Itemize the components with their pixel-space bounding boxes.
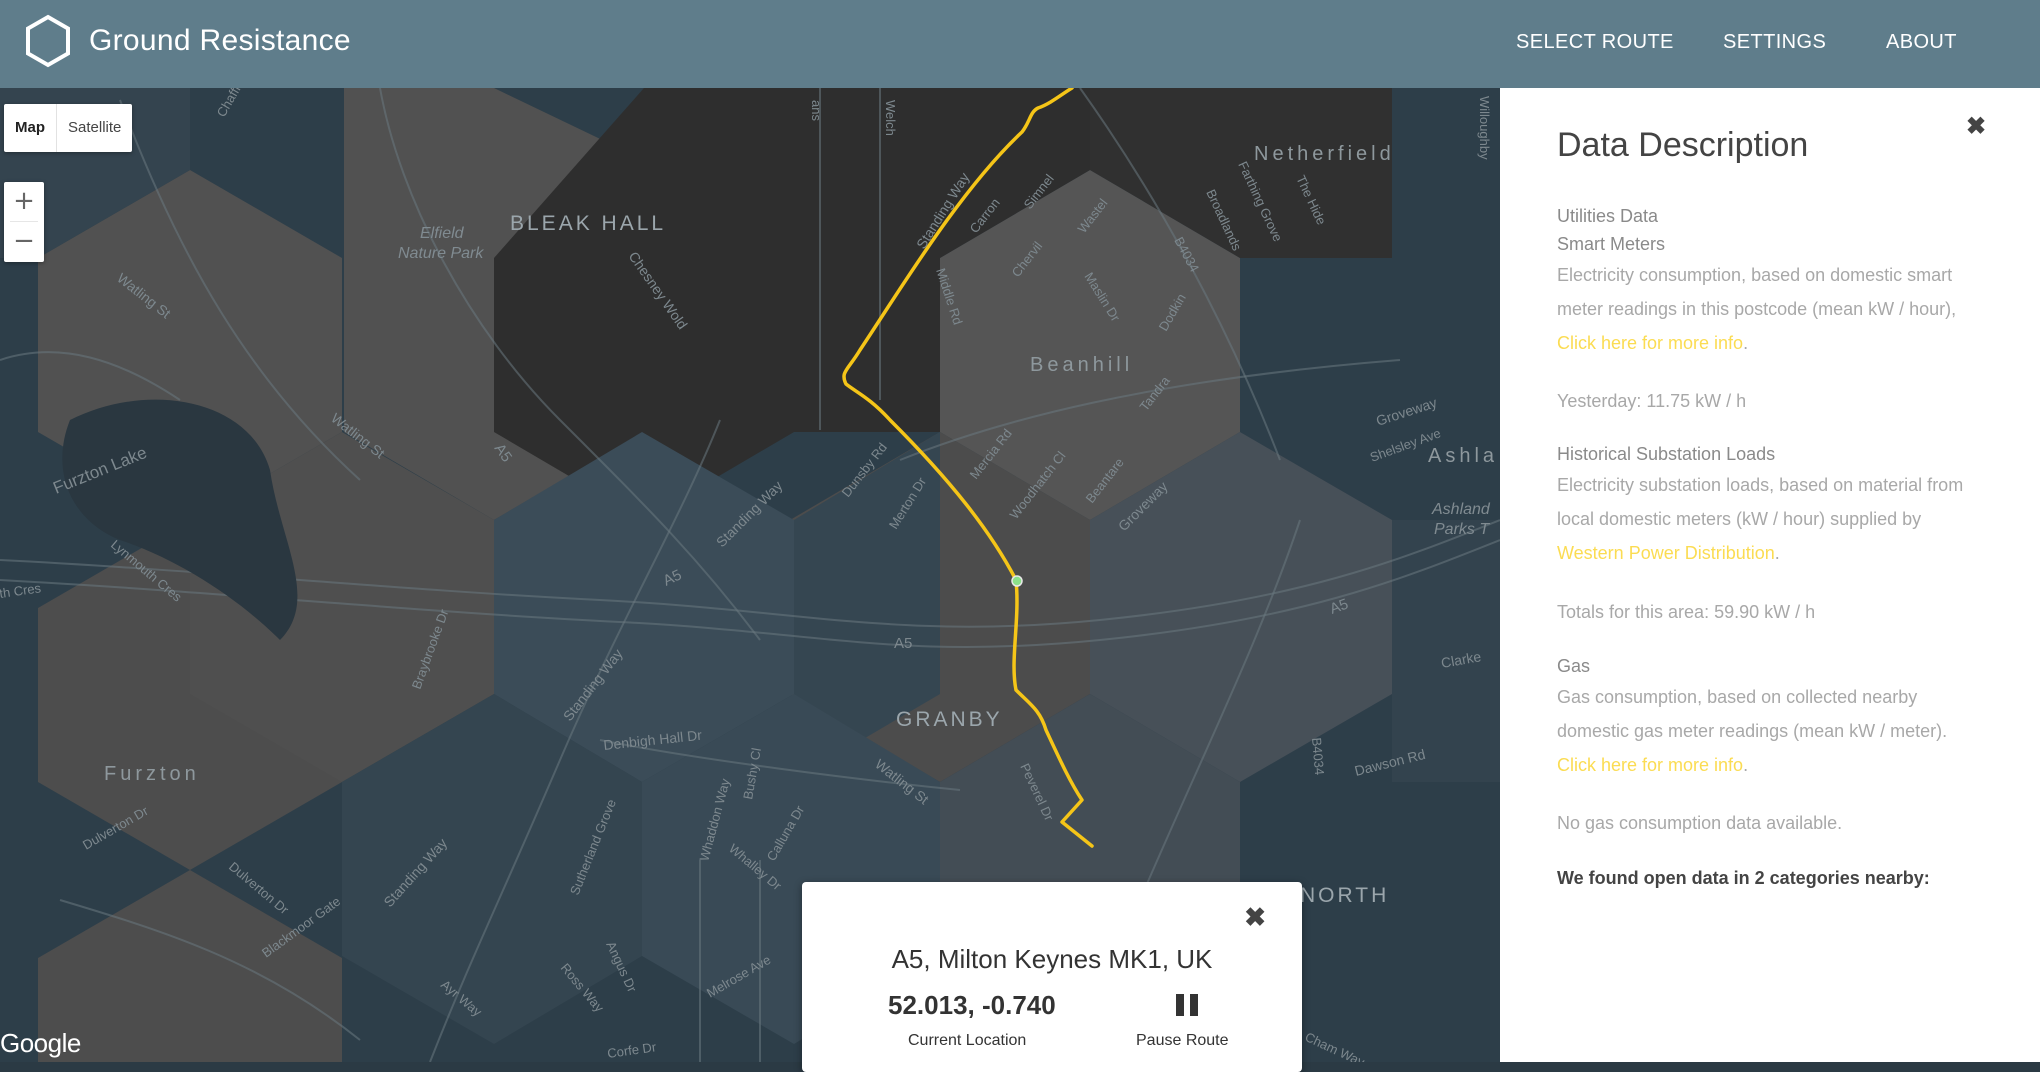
location-address: A5, Milton Keynes MK1, UK	[891, 944, 1213, 974]
location-card-close-icon[interactable]: ✖	[1244, 902, 1266, 933]
map-label: NORTH	[1300, 884, 1389, 907]
pause-icon[interactable]	[1176, 994, 1200, 1016]
map-label: Netherfield	[1254, 143, 1395, 165]
gas-heading: Gas	[1557, 656, 1591, 676]
open-data-summary: We found open data in 2 categories nearb…	[1557, 868, 1930, 888]
google-attribution[interactable]: Google	[0, 1028, 81, 1059]
map-type-satellite-button[interactable]: Satellite	[57, 104, 132, 152]
gas-text: Gas consumption, based on collected near…	[1557, 687, 1948, 741]
smart-meters-text: Electricity consumption, based on domest…	[1557, 265, 1957, 319]
western-power-link[interactable]: Western Power Distribution	[1557, 543, 1775, 563]
utilities-heading: Utilities Data	[1557, 206, 1659, 226]
map-label: Nature Park	[398, 245, 484, 262]
map-label: A5	[894, 635, 912, 652]
map-label: Beanhill	[1030, 354, 1133, 376]
panel-close-icon[interactable]: ✖	[1966, 112, 1986, 141]
top-navbar: Ground Resistance SELECT ROUTE SETTINGS …	[0, 0, 2040, 88]
location-card: ✖ A5, Milton Keynes MK1, UK 52.013, -0.7…	[802, 882, 1302, 1072]
hex-cell	[1392, 520, 1500, 782]
zoom-in-button[interactable]: +	[4, 182, 44, 221]
map-label: GRANBY	[896, 708, 1003, 731]
nav-settings[interactable]: SETTINGS	[1723, 31, 1826, 54]
map-type-control: Map Satellite	[4, 104, 133, 152]
data-description-panel: Data Description ✖ Utilities Data Smart …	[1500, 88, 2040, 1062]
map-label: BLEAK HALL	[510, 212, 666, 235]
panel-title: Data Description	[1557, 126, 1809, 164]
map-label: Willoughby	[1477, 96, 1492, 160]
map-label: Furzton	[104, 763, 200, 785]
map-type-map-button[interactable]: Map	[4, 104, 57, 152]
map-label: Elfield	[420, 225, 465, 242]
location-coordinates: 52.013, -0.740	[888, 990, 1056, 1020]
substation-description: Electricity substation loads, based on m…	[1557, 475, 1964, 563]
current-position-marker	[1011, 575, 1023, 587]
map-label: Parks T	[1434, 521, 1490, 538]
substation-totals: Totals for this area: 59.90 kW / h	[1557, 602, 1816, 622]
map-label: Welch	[883, 100, 898, 136]
nav-about[interactable]: ABOUT	[1886, 31, 1957, 54]
smart-meters-info-link[interactable]: Click here for more info	[1557, 333, 1743, 353]
smart-meters-description: Electricity consumption, based on domest…	[1557, 265, 1957, 353]
app-title: Ground Resistance	[89, 24, 351, 57]
map-label: ans	[809, 100, 824, 121]
map-label: Ashland	[1431, 501, 1491, 518]
zoom-control: + −	[4, 182, 44, 262]
smart-meters-yesterday: Yesterday: 11.75 kW / h	[1557, 391, 1747, 411]
hexagon-logo-icon	[26, 14, 70, 68]
nav-select-route[interactable]: SELECT ROUTE	[1516, 31, 1674, 54]
current-location-label: Current Location	[908, 1032, 1027, 1049]
zoom-out-button[interactable]: −	[4, 222, 44, 261]
substation-heading: Historical Substation Loads	[1557, 444, 1776, 464]
gas-info-link[interactable]: Click here for more info	[1557, 755, 1743, 775]
map-label: Ashla	[1428, 445, 1498, 467]
pause-route-button[interactable]: Pause Route	[1136, 1032, 1229, 1050]
substation-text: Electricity substation loads, based on m…	[1557, 475, 1964, 529]
smart-meters-heading: Smart Meters	[1557, 234, 1666, 254]
gas-description: Gas consumption, based on collected near…	[1557, 687, 1948, 775]
gas-no-data: No gas consumption data available.	[1557, 813, 1843, 833]
